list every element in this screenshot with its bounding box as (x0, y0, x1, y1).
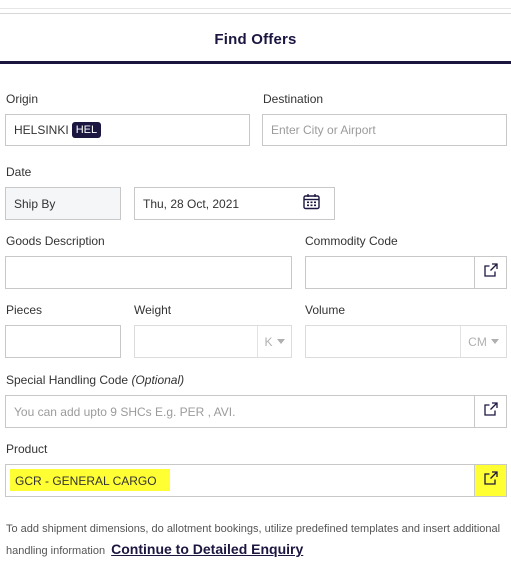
external-link-icon (483, 263, 498, 282)
shc-lookup-button[interactable] (474, 396, 506, 427)
weight-input[interactable]: K (134, 325, 292, 358)
volume-label: Volume (305, 303, 346, 317)
origin-value: HELSINKI HEL (14, 122, 102, 138)
ship-by-label: Ship By (14, 196, 56, 211)
weight-label: Weight (134, 303, 172, 317)
origin-label: Origin (6, 92, 39, 106)
goods-description-label: Goods Description (6, 234, 105, 248)
product-label: Product (6, 442, 48, 456)
ship-by-selector[interactable]: Ship By (5, 187, 121, 220)
origin-field[interactable]: HELSINKI HEL (5, 114, 250, 146)
volume-unit-value: CM (468, 334, 487, 349)
origin-city: HELSINKI (14, 123, 69, 137)
chevron-down-icon (490, 339, 499, 344)
destination-placeholder: Enter City or Airport (271, 123, 376, 137)
product-lookup-button[interactable] (474, 465, 506, 496)
origin-code-badge: HEL (71, 122, 102, 138)
destination-field[interactable]: Enter City or Airport (262, 114, 507, 146)
commodity-code-label: Commodity Code (305, 234, 398, 248)
calendar-icon[interactable] (303, 193, 320, 214)
shc-label-text: Special Handling Code (6, 373, 129, 387)
pieces-input[interactable] (5, 325, 121, 358)
volume-unit-select[interactable]: CM (460, 326, 506, 357)
commodity-lookup-button[interactable] (474, 257, 506, 288)
continue-detailed-enquiry-link[interactable]: Continue to Detailed Enquiry (111, 541, 303, 557)
destination-label: Destination (263, 92, 324, 106)
shc-optional-text: (Optional) (131, 373, 185, 387)
commodity-code-input[interactable] (305, 256, 507, 289)
shc-input[interactable]: You can add upto 9 SHCs E.g. PER , AVI. (5, 395, 507, 428)
goods-description-input[interactable] (5, 256, 292, 289)
date-value: Thu, 28 Oct, 2021 (143, 196, 240, 211)
external-link-icon (483, 402, 498, 421)
find-offers-header: Find Offers (0, 15, 511, 64)
shc-label: Special Handling Code (Optional) (6, 373, 184, 387)
weight-unit-select[interactable]: K (257, 326, 291, 357)
date-picker[interactable]: Thu, 28 Oct, 2021 (134, 187, 335, 220)
chevron-down-icon (276, 339, 285, 344)
shc-placeholder: You can add upto 9 SHCs E.g. PER , AVI. (14, 404, 236, 419)
page-title: Find Offers (214, 31, 297, 48)
product-input[interactable]: GCR - GENERAL CARGO (5, 464, 507, 497)
pieces-label: Pieces (6, 303, 43, 317)
product-value: GCR - GENERAL CARGO (15, 473, 157, 488)
top-strip (0, 0, 511, 14)
external-link-icon (483, 471, 498, 490)
weight-unit-value: K (264, 334, 273, 349)
date-label: Date (6, 165, 32, 179)
footer-note: To add shipment dimensions, do allotment… (6, 519, 506, 561)
volume-input[interactable]: CM (305, 325, 507, 358)
